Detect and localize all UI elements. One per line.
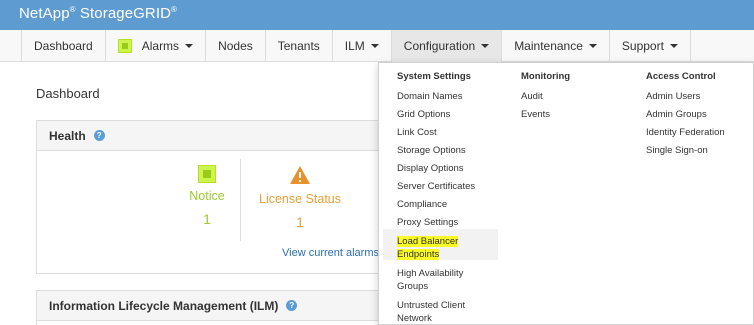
menu-item-server-certificates[interactable]: Server Certificates (397, 181, 475, 193)
untrusted-client-line-1: Untrusted Client (397, 300, 466, 311)
menu-item-events[interactable]: Events (521, 109, 570, 121)
nav-configuration-label: Configuration (403, 39, 476, 53)
nav-alarms[interactable]: Alarms (106, 30, 207, 62)
brand-name: NetApp (19, 5, 70, 22)
menu-item-untrusted-client-network[interactable]: Untrusted Client Network (397, 299, 475, 325)
access-control-heading: Access Control (646, 71, 716, 82)
nav-alarms-label: Alarms (141, 39, 180, 53)
notice-count: 1 (203, 211, 211, 227)
caret-down-icon (185, 44, 194, 48)
notice-icon (198, 165, 216, 183)
configuration-dropdown-menu: System Settings Domain Names Grid Option… (378, 62, 754, 325)
health-panel-header: Health ? (37, 121, 435, 151)
caret-down-icon (669, 44, 678, 48)
help-icon[interactable]: ? (93, 130, 105, 141)
notice-tile[interactable]: Notice 1 (187, 165, 227, 227)
menu-item-grid-options[interactable]: Grid Options (397, 109, 475, 121)
nav-tenants-label: Tenants (277, 39, 320, 53)
menu-item-load-balancer-endpoints[interactable]: Load Balancer Endpoints (397, 235, 475, 261)
ilm-panel: Information Lifecycle Management (ILM) ? (36, 290, 436, 325)
menu-item-single-sign-on[interactable]: Single Sign-on (646, 145, 725, 157)
license-status-tile[interactable]: License Status 1 (255, 165, 345, 230)
brand-bar: NetApp® StorageGRID® (0, 0, 754, 30)
nav-maintenance[interactable]: Maintenance (502, 30, 610, 62)
nav-configuration[interactable]: Configuration (391, 30, 503, 62)
caret-down-icon (588, 44, 597, 48)
menu-item-display-options[interactable]: Display Options (397, 163, 475, 175)
menu-item-high-availability-groups[interactable]: High Availability Groups (397, 267, 475, 293)
system-settings-heading: System Settings (397, 71, 471, 82)
high-availability-line-1: High Availability (397, 268, 464, 279)
load-balancer-line-2: Endpoints (397, 249, 440, 260)
main-nav: Dashboard Alarms Nodes Tenants ILM Confi… (0, 30, 754, 62)
alarm-notice-icon (117, 39, 132, 53)
ilm-panel-header: Information Lifecycle Management (ILM) ? (37, 291, 435, 321)
notice-label: Notice (189, 189, 225, 203)
nav-dashboard-label: Dashboard (34, 39, 93, 53)
nav-nodes[interactable]: Nodes (206, 30, 266, 62)
monitoring-column: Monitoring Audit Events (521, 71, 570, 121)
menu-item-identity-federation[interactable]: Identity Federation (646, 127, 725, 139)
ilm-heading: Information Lifecycle Management (ILM) (49, 298, 279, 313)
menu-item-admin-groups[interactable]: Admin Groups (646, 109, 725, 121)
menu-item-storage-options[interactable]: Storage Options (397, 145, 475, 157)
untrusted-client-line-2: Network (397, 313, 432, 324)
monitoring-heading: Monitoring (521, 71, 571, 82)
brand-registered-mark-2: ® (171, 5, 178, 14)
nav-support[interactable]: Support (610, 30, 691, 62)
caret-down-icon (370, 44, 379, 48)
load-balancer-line-1: Load Balancer (397, 236, 459, 247)
access-control-column: Access Control Admin Users Admin Groups … (646, 71, 725, 157)
page-title: Dashboard (36, 86, 100, 101)
menu-item-admin-users[interactable]: Admin Users (646, 91, 725, 103)
health-heading: Health (49, 128, 86, 143)
view-current-alarms-link[interactable]: View current alarms (282, 247, 379, 259)
system-settings-column: System Settings Domain Names Grid Option… (397, 71, 475, 325)
nav-tenants[interactable]: Tenants (266, 30, 333, 62)
menu-item-link-cost[interactable]: Link Cost (397, 127, 475, 139)
menu-item-compliance[interactable]: Compliance (397, 199, 475, 211)
nav-nodes-label: Nodes (218, 39, 253, 53)
help-icon[interactable]: ? (286, 300, 298, 311)
high-availability-line-2: Groups (397, 281, 429, 292)
nav-ilm[interactable]: ILM (333, 30, 392, 62)
license-status-label: License Status (259, 192, 341, 206)
caret-down-icon (481, 44, 490, 48)
nav-ilm-label: ILM (344, 39, 365, 53)
nav-support-label: Support (621, 39, 664, 53)
nav-maintenance-label: Maintenance (514, 39, 583, 53)
health-panel: Health ? Notice 1 License Status 1 View … (36, 120, 436, 274)
nav-dashboard[interactable]: Dashboard (22, 30, 106, 62)
brand-product: StorageGRID (75, 5, 172, 22)
menu-item-domain-names[interactable]: Domain Names (397, 91, 475, 103)
license-status-count: 1 (296, 214, 304, 230)
tile-divider (240, 159, 241, 241)
menu-item-audit[interactable]: Audit (521, 91, 570, 103)
menu-item-proxy-settings[interactable]: Proxy Settings (397, 217, 475, 229)
brand-logo[interactable]: NetApp® StorageGRID® (19, 5, 177, 22)
warning-icon (290, 166, 310, 184)
